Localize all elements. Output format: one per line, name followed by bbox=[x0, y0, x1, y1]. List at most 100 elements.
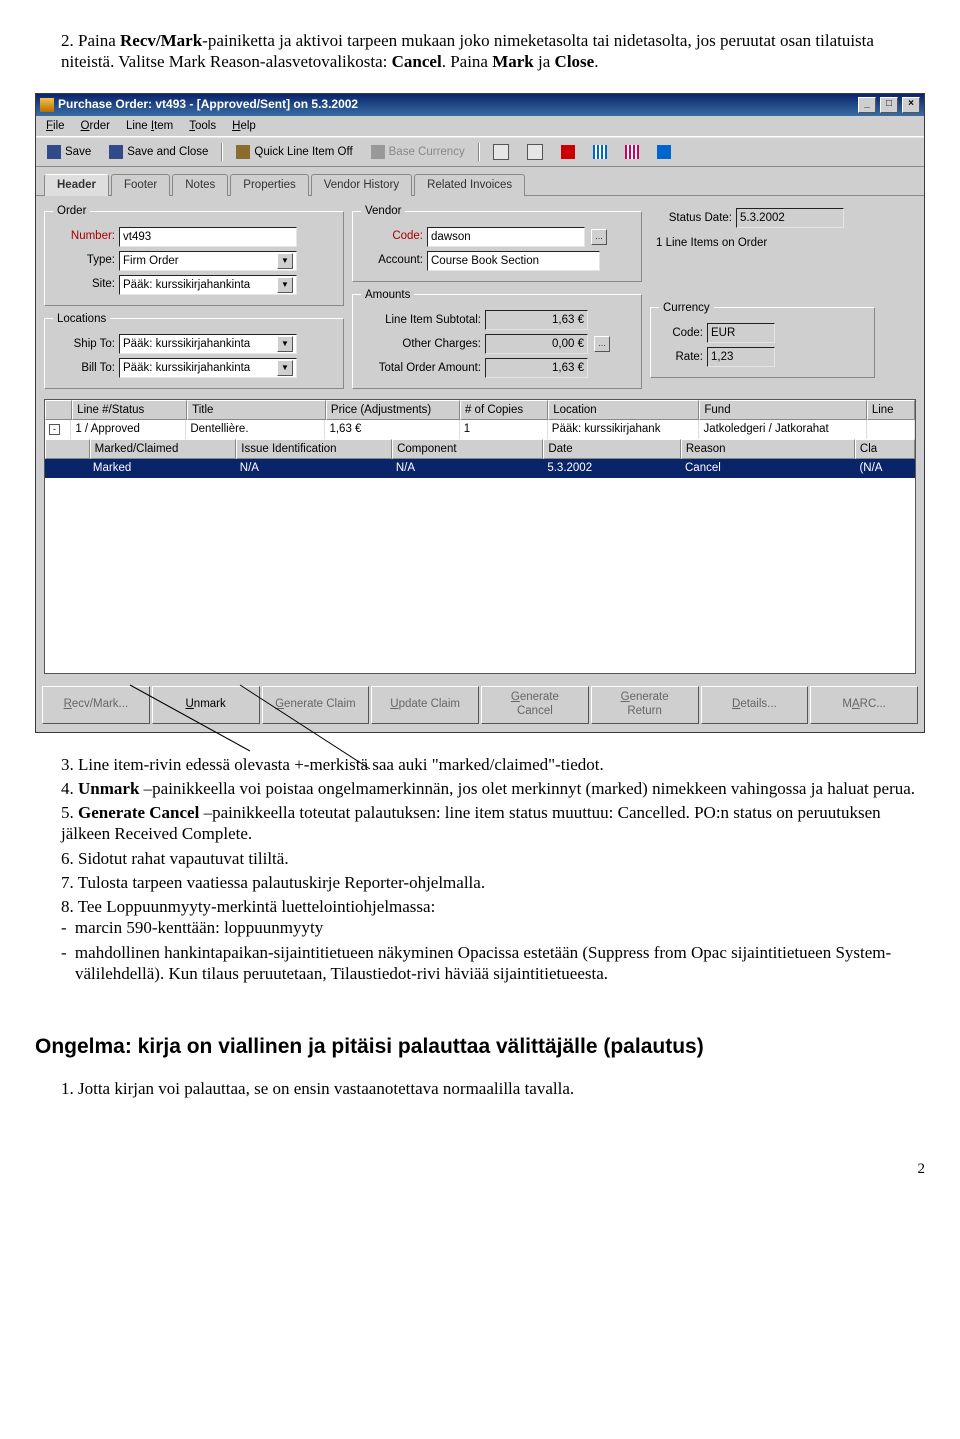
list-item: 1. Jotta kirjan voi palauttaa, se on ens… bbox=[61, 1078, 925, 1099]
save-icon bbox=[47, 145, 61, 159]
tb-icon-2[interactable] bbox=[520, 141, 550, 163]
list-item: 2. Paina Recv/Mark-painiketta ja aktivoi… bbox=[61, 30, 925, 73]
instruction-list-top: 2. Paina Recv/Mark-painiketta ja aktivoi… bbox=[35, 30, 925, 73]
billto-combo[interactable]: Pääk: kurssikirjahankinta▼ bbox=[119, 358, 297, 378]
menu-line item[interactable]: Line Item bbox=[120, 118, 179, 134]
quick-icon bbox=[236, 145, 250, 159]
other-field bbox=[485, 334, 588, 354]
glass-icon bbox=[527, 144, 543, 160]
rate-label: Rate: bbox=[659, 350, 703, 364]
expand-toggle[interactable]: - bbox=[45, 420, 71, 438]
bars2-icon bbox=[625, 145, 639, 159]
total-label: Total Order Amount: bbox=[361, 361, 481, 375]
vendor-code-label: Code: bbox=[361, 229, 423, 243]
currency-code-label: Code: bbox=[659, 326, 703, 340]
grid-empty-area bbox=[45, 478, 915, 673]
grid-header-2: Marked/ClaimedIssue IdentificationCompon… bbox=[45, 439, 915, 459]
tab-vendor-history[interactable]: Vendor History bbox=[311, 174, 412, 196]
minimize-button[interactable]: _ bbox=[858, 97, 876, 113]
generate-return-button: GenerateReturn bbox=[591, 686, 699, 724]
form-area: Order Number: Type:Firm Order▼ Site:Pääk… bbox=[36, 195, 924, 399]
shipto-combo[interactable]: Pääk: kurssikirjahankinta▼ bbox=[119, 334, 297, 354]
grid-row[interactable]: -1 / ApprovedDentellière.1,63 €1Pääk: ku… bbox=[45, 420, 915, 438]
save-close-icon bbox=[109, 145, 123, 159]
callout-arrows bbox=[35, 737, 925, 738]
subtotal-field bbox=[485, 310, 588, 330]
maximize-button[interactable]: □ bbox=[880, 97, 898, 113]
number-field[interactable] bbox=[119, 227, 297, 247]
billto-label: Bill To: bbox=[53, 361, 115, 375]
tab-footer[interactable]: Footer bbox=[111, 174, 170, 196]
cross-icon bbox=[561, 145, 575, 159]
window-title: Purchase Order: vt493 - [Approved/Sent] … bbox=[58, 97, 358, 112]
line-items-count: 1 Line Items on Order bbox=[652, 232, 873, 250]
titlebar: Purchase Order: vt493 - [Approved/Sent] … bbox=[36, 94, 924, 116]
menu-file[interactable]: File bbox=[40, 118, 71, 134]
page-number: 2 bbox=[35, 1160, 925, 1179]
order-group: Order Number: Type:Firm Order▼ Site:Pääk… bbox=[44, 204, 344, 305]
total-field bbox=[485, 358, 588, 378]
close-button[interactable]: × bbox=[902, 97, 920, 113]
menu-order[interactable]: Order bbox=[75, 118, 116, 134]
quick-line-item-button[interactable]: Quick Line Item Off bbox=[229, 142, 359, 162]
list-item: 6. Sidotut rahat vapautuvat tililtä. bbox=[61, 848, 925, 869]
save-button[interactable]: Save bbox=[40, 142, 98, 162]
rate-field bbox=[707, 347, 775, 367]
tb-icon-3[interactable] bbox=[554, 142, 582, 162]
marc-button: MARC... bbox=[810, 686, 918, 724]
tab-related-invoices[interactable]: Related Invoices bbox=[414, 174, 525, 196]
tb-icon-1[interactable] bbox=[486, 141, 516, 163]
vendor-lookup-button[interactable]: … bbox=[591, 229, 607, 245]
tb-icon-4[interactable] bbox=[586, 142, 614, 162]
app-icon bbox=[40, 98, 54, 112]
shipto-label: Ship To: bbox=[53, 337, 115, 351]
base-currency-button[interactable]: Base Currency bbox=[364, 142, 472, 162]
instruction-list-2: 1. Jotta kirjan voi palauttaa, se on ens… bbox=[35, 1078, 925, 1099]
type-combo[interactable]: Firm Order▼ bbox=[119, 251, 297, 271]
po-window: Purchase Order: vt493 - [Approved/Sent] … bbox=[35, 93, 925, 733]
bluegear-icon bbox=[657, 145, 671, 159]
grid-row-selected[interactable]: MarkedN/AN/A5.3.2002Cancel(N/A bbox=[45, 459, 915, 477]
vendor-code-field[interactable] bbox=[427, 227, 585, 247]
site-combo[interactable]: Pääk: kurssikirjahankinta▼ bbox=[119, 275, 297, 295]
save-close-button[interactable]: Save and Close bbox=[102, 142, 215, 162]
menu-tools[interactable]: Tools bbox=[183, 118, 222, 134]
bars1-icon bbox=[593, 145, 607, 159]
tab-properties[interactable]: Properties bbox=[230, 174, 308, 196]
vendor-group: Vendor Code:… Account: bbox=[352, 204, 642, 281]
tab-header[interactable]: Header bbox=[44, 174, 109, 196]
section-heading: Ongelma: kirja on viallinen ja pitäisi p… bbox=[35, 1034, 925, 1060]
amounts-group: Amounts Line Item Subtotal: Other Charge… bbox=[352, 288, 642, 389]
grid-header-1: Line #/StatusTitlePrice (Adjustments)# o… bbox=[45, 400, 915, 420]
locations-group: Locations Ship To:Pääk: kurssikirjahanki… bbox=[44, 312, 344, 389]
list-item: 5. Generate Cancel –painikkeella toteuta… bbox=[61, 802, 925, 845]
tab-strip: HeaderFooterNotesPropertiesVendor Histor… bbox=[36, 167, 924, 195]
currency-icon bbox=[371, 145, 385, 159]
toolbar: Save Save and Close Quick Line Item Off … bbox=[36, 137, 924, 167]
account-field[interactable] bbox=[427, 251, 600, 271]
other-label: Other Charges: bbox=[361, 337, 481, 351]
tb-icon-6[interactable] bbox=[650, 142, 678, 162]
status-date-label: Status Date: bbox=[652, 211, 732, 225]
doc-icon bbox=[493, 144, 509, 160]
tb-icon-5[interactable] bbox=[618, 142, 646, 162]
list-item: 4. Unmark –painikkeella voi poistaa onge… bbox=[61, 778, 925, 799]
instruction-list-bottom: 3. Line item-rivin edessä olevasta +-mer… bbox=[35, 754, 925, 985]
subtotal-label: Line Item Subtotal: bbox=[361, 313, 481, 327]
list-item: 8. Tee Loppuunmyyty-merkintä luetteloint… bbox=[61, 896, 925, 984]
generate-cancel-button: GenerateCancel bbox=[481, 686, 589, 724]
currency-code-field bbox=[707, 323, 775, 343]
number-label: Number: bbox=[53, 229, 115, 243]
menu-help[interactable]: Help bbox=[226, 118, 262, 134]
other-charges-button[interactable]: … bbox=[594, 336, 610, 352]
details-button: Details... bbox=[701, 686, 809, 724]
tab-notes[interactable]: Notes bbox=[172, 174, 228, 196]
site-label: Site: bbox=[53, 277, 115, 291]
account-label: Account: bbox=[361, 253, 423, 267]
currency-group: Currency Code: Rate: bbox=[650, 301, 875, 378]
menubar: FileOrderLine ItemToolsHelp bbox=[36, 116, 924, 137]
status-date-field bbox=[736, 208, 844, 228]
line-items-grid[interactable]: Line #/StatusTitlePrice (Adjustments)# o… bbox=[44, 399, 916, 674]
update-claim-button: Update Claim bbox=[371, 686, 479, 724]
list-item: 7. Tulosta tarpeen vaatiessa palautuskir… bbox=[61, 872, 925, 893]
